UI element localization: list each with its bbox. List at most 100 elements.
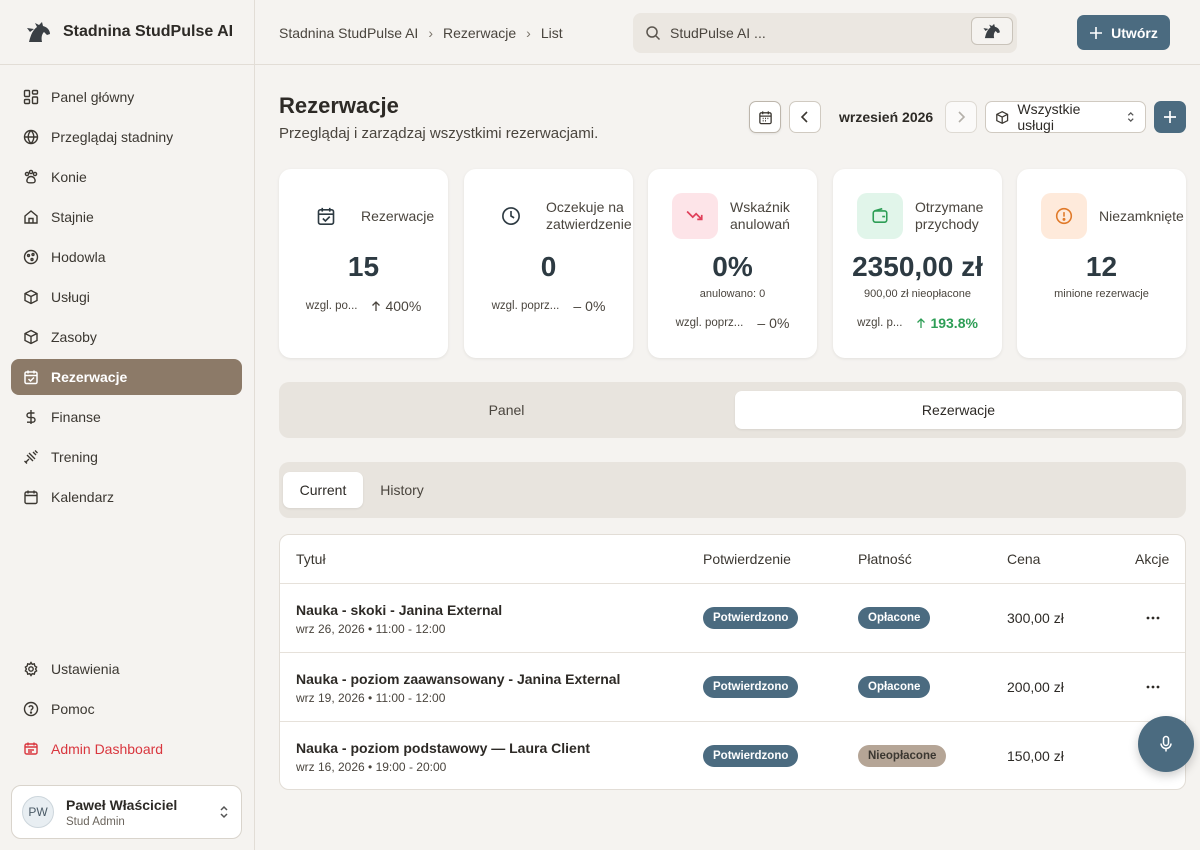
sidebar-item-stables[interactable]: Stajnie — [11, 199, 242, 235]
breeding-icon — [23, 249, 39, 265]
more-actions-icon[interactable] — [1144, 679, 1162, 695]
user-menu[interactable]: PW Paweł Właściciel Stud Admin — [11, 785, 242, 839]
sidebar-item-settings[interactable]: Ustawienia — [11, 651, 242, 687]
voice-assistant-button[interactable] — [1138, 716, 1194, 772]
sidebar-item-horses[interactable]: Konie — [11, 159, 242, 195]
sidebar-bottom-nav: Ustawienia Pomoc Admin Dashboard — [11, 651, 242, 771]
next-month-button[interactable] — [945, 101, 977, 133]
reservation-title[interactable]: Nauka - poziom zaawansowany - Janina Ext… — [296, 671, 620, 687]
reservation-title[interactable]: Nauka - poziom podstawowy — Laura Client — [296, 740, 590, 756]
payment-badge: Nieopłacone — [858, 745, 947, 767]
chevron-up-down-icon — [217, 805, 231, 819]
search-icon — [645, 25, 661, 41]
column-header-actions: Akcje — [1135, 551, 1170, 567]
chevron-right-icon: › — [428, 24, 433, 41]
create-button[interactable]: Utwórz — [1077, 15, 1170, 50]
sidebar-item-browse[interactable]: Przeglądaj stadniny — [11, 119, 242, 155]
table-row[interactable]: Nauka - poziom podstawowy — Laura Client… — [280, 722, 1185, 789]
stat-card-reservations: Rezerwacje 15 wzgl. po... 400% — [279, 169, 448, 358]
sidebar-item-label: Stajnie — [51, 209, 94, 225]
dash-icon: – — [573, 298, 582, 314]
stat-delta: 0% — [769, 315, 790, 331]
tab-current[interactable]: Current — [283, 472, 363, 508]
stat-note: anulowano: 0 — [699, 288, 766, 300]
create-button-label: Utwórz — [1111, 24, 1158, 41]
reservation-date: wrz 26, 2026 • 11:00 - 12:00 — [296, 622, 446, 636]
stat-card-cancellation-rate: Wskaźnik anulowań 0% anulowano: 0 wzgl. … — [648, 169, 817, 358]
calendar-icon — [758, 110, 772, 124]
search-placeholder: StudPulse AI ... — [670, 25, 766, 41]
reservation-price: 200,00 zł — [1007, 679, 1064, 695]
payment-badge: Opłacone — [858, 676, 931, 698]
stats-cards: Rezerwacje 15 wzgl. po... 400% Oczekuje … — [279, 169, 1187, 359]
breadcrumb-item-stud[interactable]: Stadnina StudPulse AI — [279, 25, 418, 41]
sidebar-item-label: Rezerwacje — [51, 369, 128, 385]
stat-compare-label: wzgl. p... — [857, 317, 903, 329]
ai-assistant-button[interactable] — [971, 17, 1013, 45]
column-header-price[interactable]: Cena — [1007, 535, 1040, 583]
topbar: Stadnina StudPulse AI › Rezerwacje › Lis… — [255, 0, 1200, 65]
stat-value: 12 — [1085, 251, 1118, 282]
column-header-title[interactable]: Tytuł — [296, 535, 326, 583]
sidebar-item-resources[interactable]: Zasoby — [11, 319, 242, 355]
breadcrumb-item-reservations[interactable]: Rezerwacje — [443, 25, 516, 41]
stat-delta: 193.8% — [930, 315, 978, 331]
tab-history[interactable]: History — [365, 472, 439, 508]
sidebar-item-label: Konie — [51, 169, 87, 185]
sidebar-item-reservations[interactable]: Rezerwacje — [11, 359, 242, 395]
stat-card-revenue: Otrzymane przychody 2350,00 zł 900,00 zł … — [833, 169, 1002, 358]
add-reservation-button[interactable] — [1154, 101, 1186, 133]
stat-value: 0% — [712, 251, 753, 282]
tab-panel[interactable]: Panel — [283, 391, 730, 429]
breadcrumb-item-list: List — [540, 24, 563, 41]
calendar-picker-button[interactable] — [749, 101, 781, 133]
avatar: PW — [22, 796, 54, 828]
search-input[interactable]: StudPulse AI ... — [633, 13, 1017, 53]
table-row[interactable]: Nauka - skoki - Janina External wrz 26, … — [280, 584, 1185, 653]
calendar-check-icon — [24, 370, 38, 385]
table-row[interactable]: Nauka - poziom zaawansowany - Janina Ext… — [280, 653, 1185, 722]
sidebar-item-panel[interactable]: Panel główny — [11, 79, 242, 115]
previous-month-button[interactable] — [789, 101, 821, 133]
chevron-right-icon — [958, 111, 966, 123]
arrow-up-icon — [917, 317, 926, 328]
package-icon — [996, 110, 1009, 124]
sidebar-item-admin-dashboard[interactable]: Admin Dashboard — [11, 731, 242, 767]
box-icon — [24, 329, 38, 345]
more-actions-icon[interactable] — [1144, 610, 1162, 626]
stat-note: minione rezerwacje — [1054, 288, 1149, 300]
sidebar: Stadnina StudPulse AI Panel główny Przeg… — [0, 0, 255, 850]
stat-card-pending: Oczekuje na zatwierdzenie 0 wzgl. poprz..… — [464, 169, 633, 358]
tab-reservations[interactable]: Rezerwacje — [735, 391, 1182, 429]
dash-icon: – — [757, 315, 766, 331]
clock-icon — [488, 193, 534, 239]
page-title: Rezerwacje — [279, 93, 399, 118]
sidebar-item-finance[interactable]: Finanse — [11, 399, 242, 435]
reservation-title[interactable]: Nauka - skoki - Janina External — [296, 602, 502, 618]
sidebar-item-calendar[interactable]: Kalendarz — [11, 479, 242, 515]
dashboard-icon — [23, 89, 39, 105]
sidebar-item-help[interactable]: Pomoc — [11, 691, 242, 727]
package-icon — [24, 289, 38, 305]
sidebar-item-services[interactable]: Usługi — [11, 279, 242, 315]
stat-note: 900,00 zł nieopłacone — [863, 288, 972, 300]
column-header-payment[interactable]: Płatność — [858, 535, 912, 583]
wallet-icon — [857, 193, 903, 239]
stat-label: Otrzymane przychody — [915, 199, 984, 232]
brand[interactable]: Stadnina StudPulse AI — [0, 0, 254, 65]
stat-label: Wskaźnik anulowań — [730, 199, 790, 232]
trending-down-icon — [672, 193, 718, 239]
service-filter-select[interactable]: Wszystkie usługi — [985, 101, 1146, 133]
stat-value: 0 — [540, 251, 557, 282]
help-icon — [23, 701, 39, 717]
confirmation-badge: Potwierdzono — [703, 745, 799, 767]
sidebar-item-label: Przeglądaj stadniny — [51, 129, 174, 145]
column-header-confirmation[interactable]: Potwierdzenie — [703, 535, 791, 583]
stat-value: 2350,00 zł — [852, 251, 983, 282]
horse-logo-icon — [983, 23, 1000, 39]
sidebar-item-label: Admin Dashboard — [51, 741, 164, 757]
sidebar-item-label: Kalendarz — [51, 489, 115, 505]
sidebar-item-training[interactable]: Trening — [11, 439, 242, 475]
sidebar-item-breeding[interactable]: Hodowla — [11, 239, 242, 275]
dollar-icon — [26, 410, 36, 424]
